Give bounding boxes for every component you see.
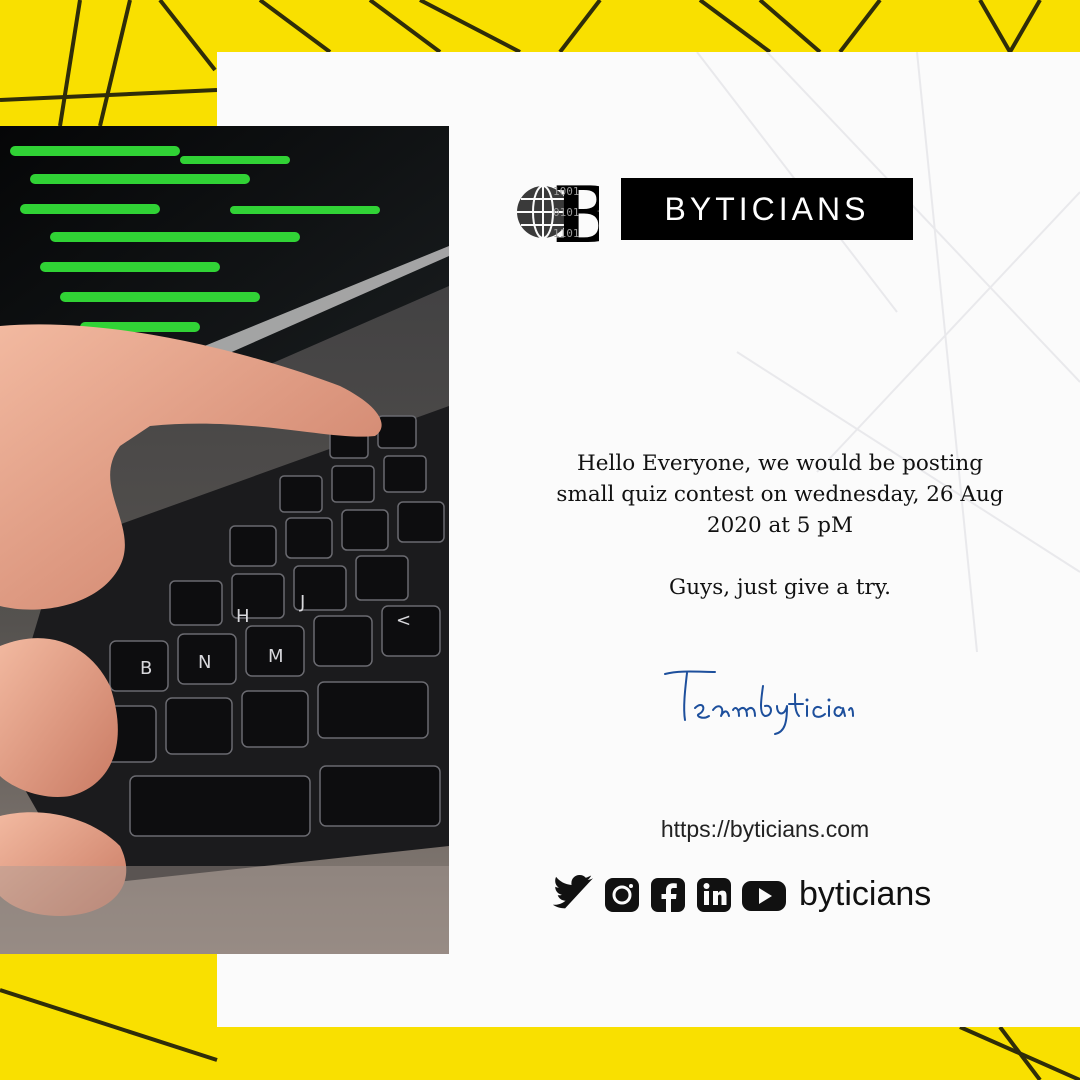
logo-bits-row: 0101 — [553, 206, 580, 219]
svg-text:M: M — [268, 646, 284, 667]
logo-bits-row: 1101 — [553, 227, 580, 240]
svg-text:<: < — [396, 610, 411, 631]
message-line: 2020 at 5 pM — [706, 513, 854, 538]
svg-text:B: B — [140, 658, 152, 679]
logo-bits-row: 1001 — [553, 185, 580, 198]
twitter-icon[interactable] — [553, 874, 595, 914]
svg-text:J: J — [299, 592, 305, 613]
svg-text:N: N — [198, 652, 211, 673]
announcement-message: Hello Everyone, we would be posting smal… — [490, 448, 1070, 603]
byticians-logo: B 1001 0101 1101 — [517, 178, 599, 246]
social-links: byticians — [553, 872, 931, 916]
message-line: small quiz contest on wednesday, 26 Aug — [556, 482, 1004, 507]
signature — [664, 670, 854, 735]
linkedin-icon[interactable] — [695, 874, 733, 914]
brand-name: BYTICIANS — [664, 190, 870, 227]
youtube-icon[interactable] — [741, 874, 787, 914]
website-link[interactable]: https://byticians.com — [600, 816, 930, 843]
instagram-icon[interactable] — [603, 874, 641, 914]
facebook-icon[interactable] — [649, 874, 687, 914]
brand-name-box: BYTICIANS — [621, 178, 913, 240]
keyboard-photo: J H N M B < — [0, 126, 449, 954]
social-handle[interactable]: byticians — [799, 874, 931, 914]
svg-text:H: H — [236, 606, 250, 627]
message-line: Guys, just give a try. — [669, 575, 891, 600]
message-line: Hello Everyone, we would be posting — [577, 451, 983, 476]
